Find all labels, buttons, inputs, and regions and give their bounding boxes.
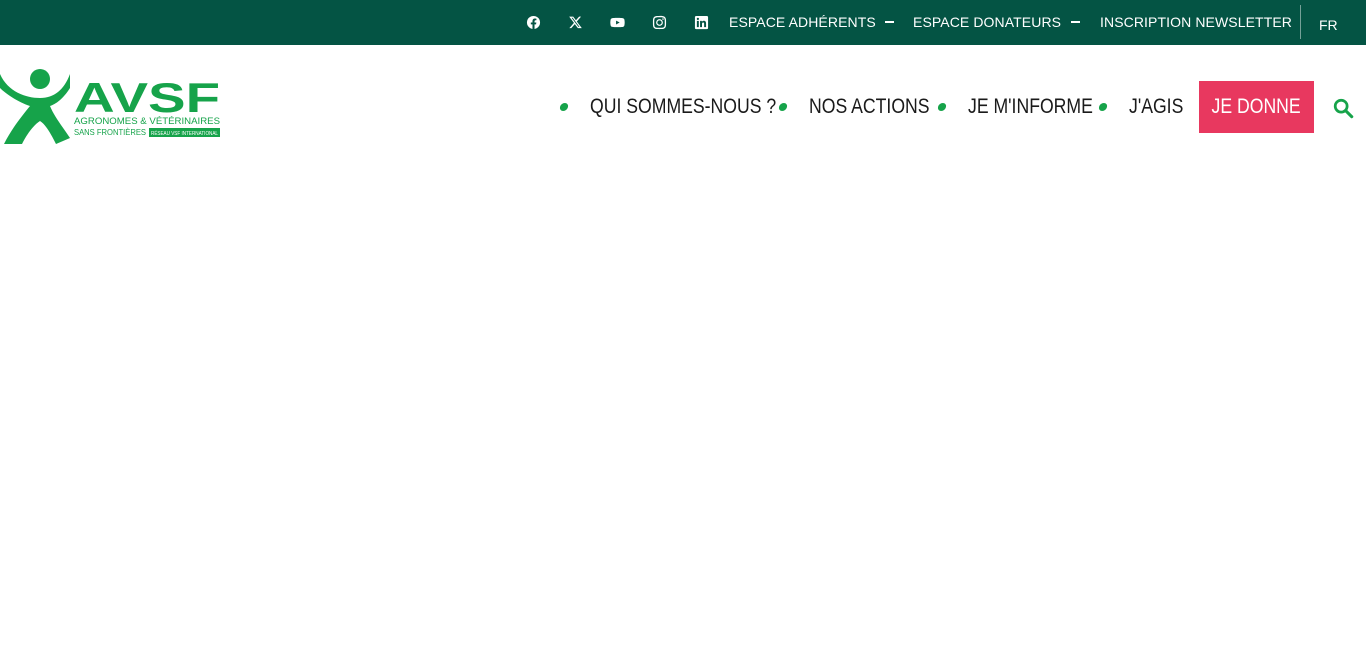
donate-label: JE DONNE xyxy=(1211,95,1302,118)
espace-donateurs-link[interactable]: ESPACE DONATEURS xyxy=(913,14,1061,30)
nav-item-qui-sommes-nous[interactable]: QUI SOMMES-NOUS ? xyxy=(559,94,812,120)
logo-tagline-2: SANS FRONTIÈRES xyxy=(74,127,146,137)
nav-item-nos-actions[interactable]: NOS ACTIONS xyxy=(778,94,953,120)
separator-dash xyxy=(885,21,894,23)
nav-item-je-minforme[interactable]: JE M'INFORME xyxy=(937,94,1117,120)
nav-bullet xyxy=(1098,103,1108,111)
donate-button[interactable]: JE DONNE xyxy=(1199,81,1314,133)
language-selector[interactable]: FR xyxy=(1319,17,1338,33)
search-icon xyxy=(1333,98,1354,119)
youtube-icon[interactable] xyxy=(607,12,627,32)
main-content-area xyxy=(0,160,1366,651)
nav-item-jagis[interactable]: J'AGIS xyxy=(1098,94,1194,120)
espace-adherents-link[interactable]: ESPACE ADHÉRENTS xyxy=(729,14,876,30)
newsletter-signup-link[interactable]: INSCRIPTION NEWSLETTER xyxy=(1100,14,1292,30)
nav-label: JE M'INFORME xyxy=(968,95,1093,118)
x-icon[interactable] xyxy=(565,12,585,32)
divider xyxy=(1300,5,1301,39)
top-utility-bar: ESPACE ADHÉRENTS ESPACE DONATEURS INSCRI… xyxy=(0,0,1366,45)
nav-bullet xyxy=(778,103,788,111)
instagram-icon[interactable] xyxy=(649,12,669,32)
nav-label: NOS ACTIONS xyxy=(809,95,930,118)
search-button[interactable] xyxy=(1332,97,1356,121)
nav-bullet xyxy=(937,103,947,111)
facebook-icon[interactable] xyxy=(523,12,543,32)
avsf-logo[interactable]: AVSF AGRONOMES & VÉTÉRINAIRES SANS FRONT… xyxy=(0,66,222,146)
nav-label: J'AGIS xyxy=(1129,95,1184,118)
logo-network-text: RÉSEAU VSF INTERNATIONAL xyxy=(151,130,218,137)
logo-tagline-1: AGRONOMES & VÉTÉRINAIRES xyxy=(74,116,220,127)
nav-label: QUI SOMMES-NOUS ? xyxy=(590,95,777,118)
logo-emblem-icon xyxy=(0,69,70,144)
linkedin-icon[interactable] xyxy=(691,12,711,32)
separator-dash xyxy=(1071,21,1080,23)
logo-wordmark: AVSF xyxy=(74,74,220,121)
nav-bullet xyxy=(559,103,569,111)
